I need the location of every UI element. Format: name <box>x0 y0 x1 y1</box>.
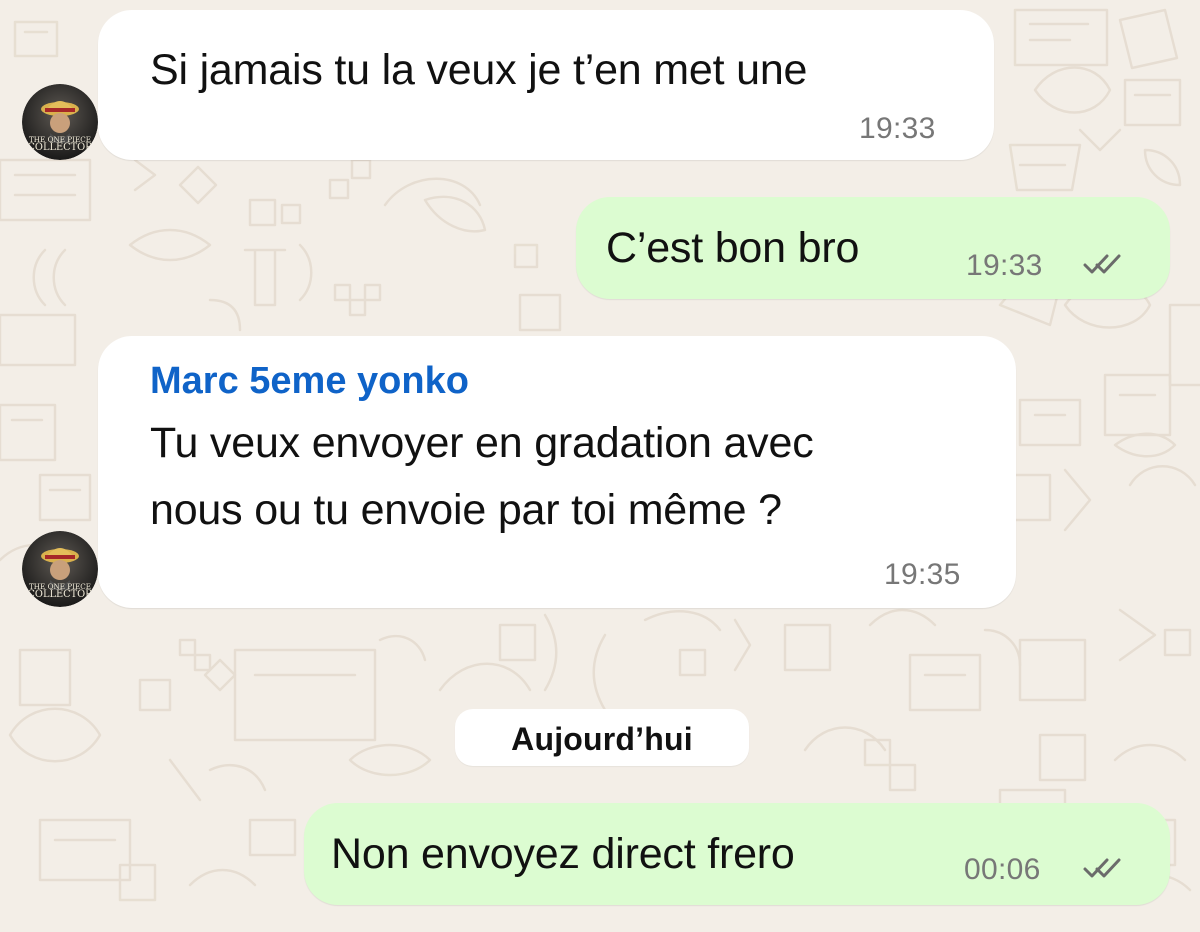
date-separator-label: Aujourd’hui <box>511 721 693 757</box>
double-check-icon <box>1083 858 1121 878</box>
message-timestamp: 19:33 <box>966 249 1043 282</box>
message-text: C’est bon bro <box>606 224 860 272</box>
message-line: Tu veux envoyer en gradation avec <box>150 419 814 467</box>
message-timestamp: 19:33 <box>859 112 936 145</box>
incoming-message-bubble[interactable]: Si jamais tu la veux je t’en met une 19:… <box>98 10 994 160</box>
contact-avatar[interactable]: THE ONE PIECE COLLECTOR <box>22 84 98 160</box>
contact-avatar[interactable]: THE ONE PIECE COLLECTOR <box>22 531 98 607</box>
date-separator: Aujourd’hui <box>455 709 749 766</box>
outgoing-message-bubble[interactable]: C’est bon bro 19:33 <box>576 197 1170 299</box>
incoming-message-bubble[interactable]: Marc 5eme yonko Tu veux envoyer en grada… <box>98 336 1016 608</box>
outgoing-message-bubble[interactable]: Non envoyez direct frero 00:06 <box>304 803 1170 905</box>
message-text: Si jamais tu la veux je t’en met une <box>150 46 808 94</box>
message-line: nous ou tu envoie par toi même ? <box>150 486 782 534</box>
double-check-icon <box>1083 254 1121 274</box>
avatar-label-bottom: COLLECTOR <box>27 142 93 153</box>
profile-avatar-icon: THE ONE PIECE COLLECTOR <box>22 84 98 160</box>
message-timestamp: 19:35 <box>884 558 961 591</box>
message-text: Non envoyez direct frero <box>331 830 795 878</box>
profile-avatar-icon: THE ONE PIECE COLLECTOR <box>22 531 98 607</box>
message-timestamp: 00:06 <box>964 853 1041 886</box>
avatar-label-bottom: COLLECTOR <box>27 589 93 600</box>
sender-name: Marc 5eme yonko <box>150 360 469 402</box>
